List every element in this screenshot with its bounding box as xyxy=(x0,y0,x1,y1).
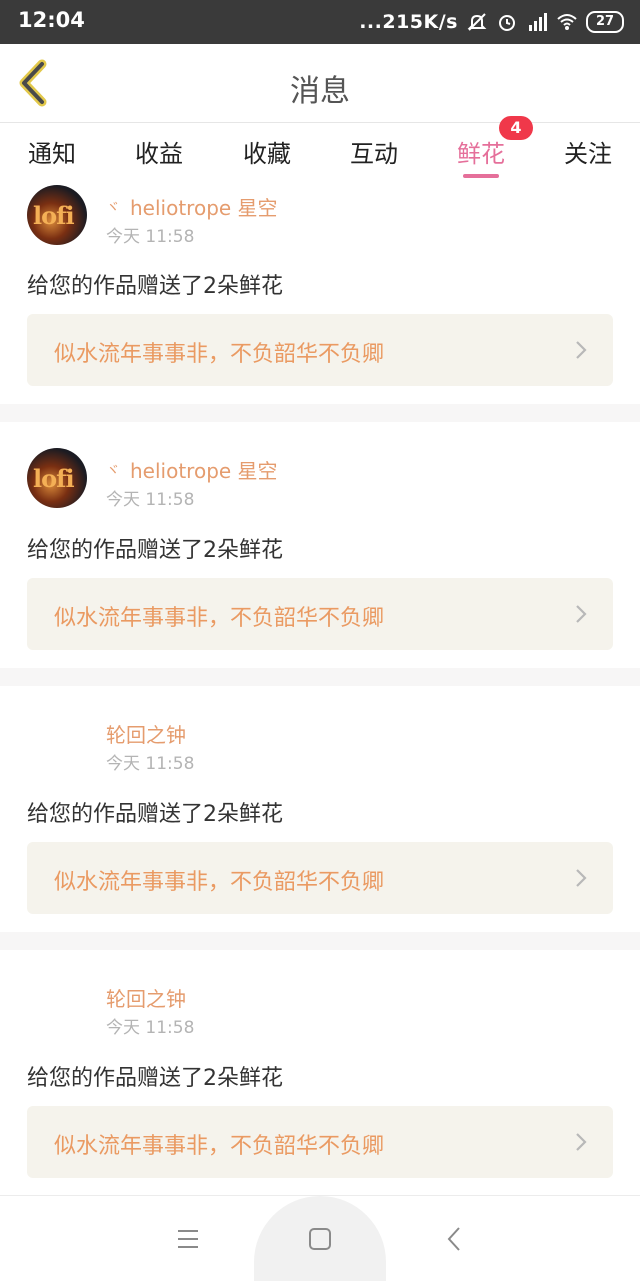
message-card: lofi ヾ heliotrope 星空 今天 11:58 给您的作品赠送了2朵鲜… xyxy=(0,180,640,404)
sender-mark: ヾ xyxy=(106,200,120,216)
tab-badge: 4 xyxy=(499,116,533,140)
divider xyxy=(0,404,640,422)
chevron-right-icon xyxy=(576,341,587,359)
work-title: 似水流年事事非，不负韶华不负卿 xyxy=(54,1134,385,1159)
network-speed: ...215K/s xyxy=(359,11,458,33)
sender-name-text: 轮回之钟 xyxy=(106,723,186,747)
work-title: 似水流年事事非，不负韶华不负卿 xyxy=(54,606,385,631)
avatar[interactable]: lofi xyxy=(27,448,87,508)
work-link[interactable]: 似水流年事事非，不负韶华不负卿 xyxy=(27,578,613,650)
tab-interactions[interactable]: 互动 xyxy=(350,134,398,169)
tab-notifications[interactable]: 通知 xyxy=(28,134,76,169)
work-link[interactable]: 似水流年事事非，不负韶华不负卿 xyxy=(27,314,613,386)
message-time: 今天 11:58 xyxy=(106,490,195,510)
back-chevron-icon[interactable] xyxy=(442,1226,468,1252)
work-link[interactable]: 似水流年事事非，不负韶华不负卿 xyxy=(27,1106,613,1178)
message-text: 给您的作品赠送了2朵鲜花 xyxy=(27,802,283,827)
mute-icon xyxy=(467,13,487,31)
sender-mark: ヾ xyxy=(106,463,120,479)
sender-name[interactable]: ヾ heliotrope 星空 xyxy=(106,455,278,484)
chevron-right-icon xyxy=(576,869,587,887)
sender-name-text: heliotrope 星空 xyxy=(130,459,278,483)
signal-icon xyxy=(529,13,547,31)
message-card: 轮回之钟 今天 11:58 给您的作品赠送了2朵鲜花 似水流年事事非，不负韶华不… xyxy=(0,950,640,1195)
tab-flowers[interactable]: 鲜花 xyxy=(457,134,505,169)
tab-following[interactable]: 关注 xyxy=(564,134,612,169)
avatar-logo-text: lofi xyxy=(33,464,75,493)
menu-icon[interactable] xyxy=(175,1226,201,1252)
message-time: 今天 11:58 xyxy=(106,227,195,247)
divider xyxy=(0,932,640,950)
page-title: 消息 xyxy=(290,74,350,109)
divider xyxy=(0,668,640,686)
status-icons: ...215K/s 27 xyxy=(359,9,624,35)
status-bar: 12:04 ...215K/s 27 xyxy=(0,0,640,44)
sender-name[interactable]: ヾ heliotrope 星空 xyxy=(106,192,278,221)
tab-bar: 通知 收益 收藏 互动 鲜花 关注 xyxy=(0,122,640,180)
battery-icon: 27 xyxy=(586,11,624,33)
home-square-icon[interactable] xyxy=(307,1226,333,1252)
message-time: 今天 11:58 xyxy=(106,1018,195,1038)
message-text: 给您的作品赠送了2朵鲜花 xyxy=(27,274,283,299)
message-card: 轮回之钟 今天 11:58 给您的作品赠送了2朵鲜花 似水流年事事非，不负韶华不… xyxy=(0,686,640,932)
wifi-icon xyxy=(557,14,577,30)
sender-name[interactable]: 轮回之钟 xyxy=(106,719,186,748)
sender-name-text: heliotrope 星空 xyxy=(130,196,278,220)
work-title: 似水流年事事非，不负韶华不负卿 xyxy=(54,342,385,367)
avatar-logo-text: lofi xyxy=(33,201,75,230)
status-time: 12:04 xyxy=(18,8,85,32)
work-link[interactable]: 似水流年事事非，不负韶华不负卿 xyxy=(27,842,613,914)
alarm-icon xyxy=(499,15,515,31)
header: 消息 xyxy=(0,44,640,123)
tab-favorites[interactable]: 收藏 xyxy=(243,134,291,169)
work-title: 似水流年事事非，不负韶华不负卿 xyxy=(54,870,385,895)
avatar[interactable]: lofi xyxy=(27,185,87,245)
message-card: lofi ヾ heliotrope 星空 今天 11:58 给您的作品赠送了2朵鲜… xyxy=(0,422,640,668)
message-time: 今天 11:58 xyxy=(106,754,195,774)
sender-name-text: 轮回之钟 xyxy=(106,987,186,1011)
message-text: 给您的作品赠送了2朵鲜花 xyxy=(27,1066,283,1091)
chevron-right-icon xyxy=(576,605,587,623)
system-nav-bar xyxy=(0,1195,640,1281)
sender-name[interactable]: 轮回之钟 xyxy=(106,983,186,1012)
chevron-right-icon xyxy=(576,1133,587,1151)
tab-earnings[interactable]: 收益 xyxy=(135,134,183,169)
active-tab-indicator xyxy=(463,174,499,178)
message-text: 给您的作品赠送了2朵鲜花 xyxy=(27,538,283,563)
